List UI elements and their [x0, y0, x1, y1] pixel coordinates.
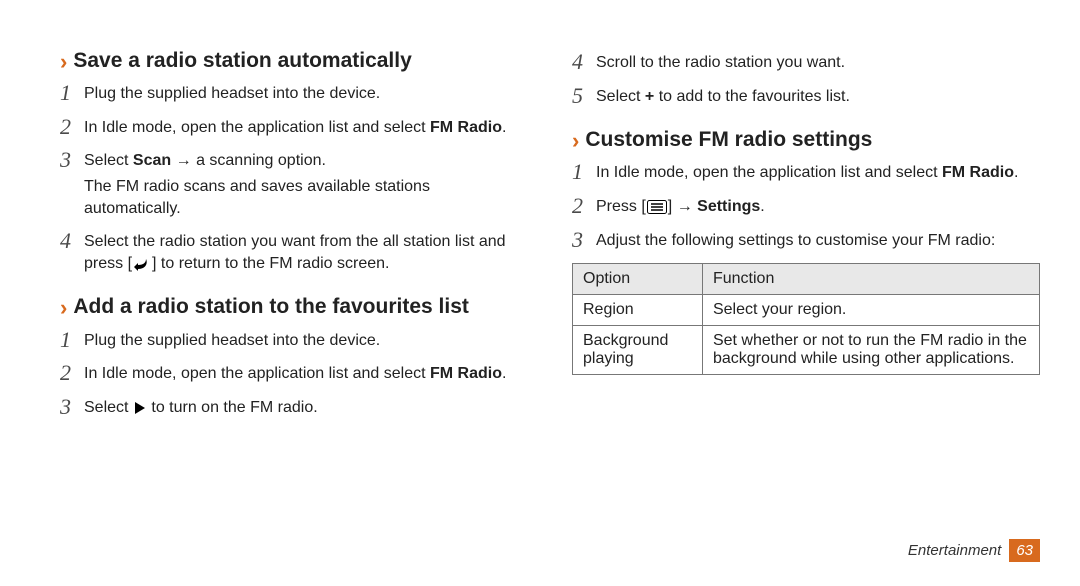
step-text: Press [] → Settings.	[596, 196, 1040, 222]
table-cell-function: Select your region.	[702, 295, 1039, 326]
step-number: 2	[60, 116, 84, 142]
section-title: Add a radio station to the favourites li…	[73, 294, 469, 319]
customise-steps-list: 1In Idle mode, open the application list…	[572, 162, 1040, 255]
right-column: 4Scroll to the radio station you want.5S…	[572, 48, 1040, 531]
play-icon	[134, 401, 146, 415]
footer-page-number: 63	[1009, 539, 1040, 562]
step-text: Select to turn on the FM radio.	[84, 397, 528, 423]
step-text: Scroll to the radio station you want.	[596, 52, 1040, 78]
table-cell-option: Background playing	[573, 326, 703, 375]
step-item: 1Plug the supplied headset into the devi…	[60, 330, 528, 356]
favourites-steps-list-right: 4Scroll to the radio station you want.5S…	[572, 52, 1040, 111]
step-number: 4	[572, 51, 596, 77]
chevron-icon: ›	[572, 130, 579, 152]
footer-section-name: Entertainment	[908, 542, 1001, 559]
step-item: 2In Idle mode, open the application list…	[60, 363, 528, 389]
table-header-function: Function	[702, 264, 1039, 295]
step-number: 5	[572, 85, 596, 111]
table-cell-option: Region	[573, 295, 703, 326]
step-item: 3Select to turn on the FM radio.	[60, 397, 528, 423]
step-text: Adjust the following settings to customi…	[596, 230, 1040, 256]
settings-table: Option Function RegionSelect your region…	[572, 263, 1040, 375]
step-text: Select Scan → a scanning option.The FM r…	[84, 150, 528, 223]
step-number: 1	[572, 161, 596, 187]
step-number: 3	[60, 396, 84, 422]
section-heading-customise: › Customise FM radio settings	[572, 127, 1040, 152]
section-heading-save: › Save a radio station automatically	[60, 48, 528, 73]
step-number: 1	[60, 82, 84, 108]
step-item: 1In Idle mode, open the application list…	[572, 162, 1040, 188]
step-text: Select + to add to the favourites list.	[596, 86, 1040, 112]
step-item: 4Scroll to the radio station you want.	[572, 52, 1040, 78]
table-row: RegionSelect your region.	[573, 295, 1040, 326]
step-text: In Idle mode, open the application list …	[84, 117, 528, 143]
table-cell-function: Set whether or not to run the FM radio i…	[702, 326, 1039, 375]
step-item: 2Press [] → Settings.	[572, 196, 1040, 222]
step-number: 3	[60, 149, 84, 222]
step-number: 3	[572, 229, 596, 255]
back-icon	[133, 257, 151, 271]
left-column: › Save a radio station automatically 1Pl…	[60, 48, 528, 531]
table-header-option: Option	[573, 264, 703, 295]
step-item: 5Select + to add to the favourites list.	[572, 86, 1040, 112]
table-row: Background playingSet whether or not to …	[573, 326, 1040, 375]
step-number: 1	[60, 329, 84, 355]
step-number: 4	[60, 230, 84, 277]
section-title: Save a radio station automatically	[73, 48, 411, 73]
step-text: In Idle mode, open the application list …	[596, 162, 1040, 188]
section-heading-favourites: › Add a radio station to the favourites …	[60, 294, 528, 319]
page-footer: Entertainment 63	[60, 531, 1040, 562]
section-title: Customise FM radio settings	[585, 127, 872, 152]
step-item: 1Plug the supplied headset into the devi…	[60, 83, 528, 109]
step-number: 2	[60, 362, 84, 388]
menu-icon	[647, 200, 667, 214]
save-steps-list: 1Plug the supplied headset into the devi…	[60, 83, 528, 278]
step-item: 3Adjust the following settings to custom…	[572, 230, 1040, 256]
favourites-steps-list-left: 1Plug the supplied headset into the devi…	[60, 330, 528, 423]
chevron-icon: ›	[60, 297, 67, 319]
step-number: 2	[572, 195, 596, 221]
step-text: Plug the supplied headset into the devic…	[84, 83, 528, 109]
step-text: Select the radio station you want from t…	[84, 231, 528, 278]
chevron-icon: ›	[60, 51, 67, 73]
step-item: 2In Idle mode, open the application list…	[60, 117, 528, 143]
step-text: In Idle mode, open the application list …	[84, 363, 528, 389]
step-item: 4Select the radio station you want from …	[60, 231, 528, 278]
step-item: 3Select Scan → a scanning option.The FM …	[60, 150, 528, 223]
step-text: Plug the supplied headset into the devic…	[84, 330, 528, 356]
